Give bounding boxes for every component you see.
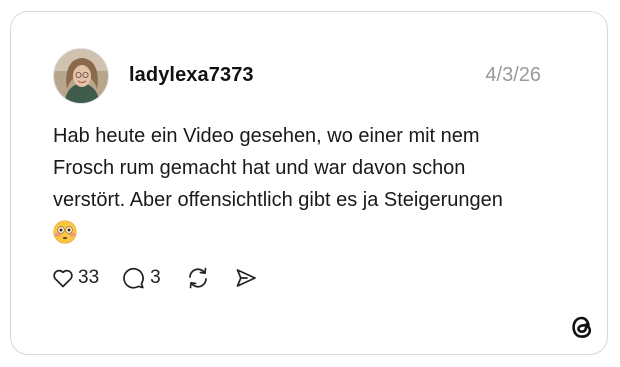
avatar-image bbox=[54, 49, 108, 103]
post-date: 4/3/26 bbox=[485, 64, 541, 86]
username[interactable]: ladylexa7373 bbox=[129, 64, 254, 87]
post-actions: 33 3 bbox=[51, 264, 259, 292]
reply-count: 3 bbox=[150, 267, 161, 288]
post-text-line: Frosch rum gemacht hat und war davon sch… bbox=[53, 157, 466, 179]
comment-bubble-icon bbox=[123, 267, 145, 289]
send-icon bbox=[236, 269, 256, 287]
repost-button[interactable] bbox=[185, 265, 211, 291]
avatar[interactable] bbox=[53, 48, 109, 104]
reply-button[interactable]: 3 bbox=[121, 265, 161, 291]
like-count: 33 bbox=[78, 267, 100, 288]
post-text-line: Hab heute ein Video gesehen, wo einer mi… bbox=[53, 125, 480, 147]
flushed-face-emoji-icon bbox=[53, 220, 77, 244]
threads-logo-icon[interactable] bbox=[568, 312, 596, 342]
repost-icon bbox=[188, 267, 207, 289]
post-text-line: verstört. Aber offensichtlich gibt es ja… bbox=[53, 189, 503, 211]
like-button[interactable]: 33 bbox=[51, 266, 99, 290]
share-button[interactable] bbox=[233, 265, 259, 291]
post-text: Hab heute ein Video gesehen, wo einer mi… bbox=[53, 120, 593, 248]
post-card[interactable]: ladylexa7373 4/3/26 Hab heute ein Video … bbox=[10, 11, 608, 355]
heart-icon bbox=[53, 269, 73, 288]
